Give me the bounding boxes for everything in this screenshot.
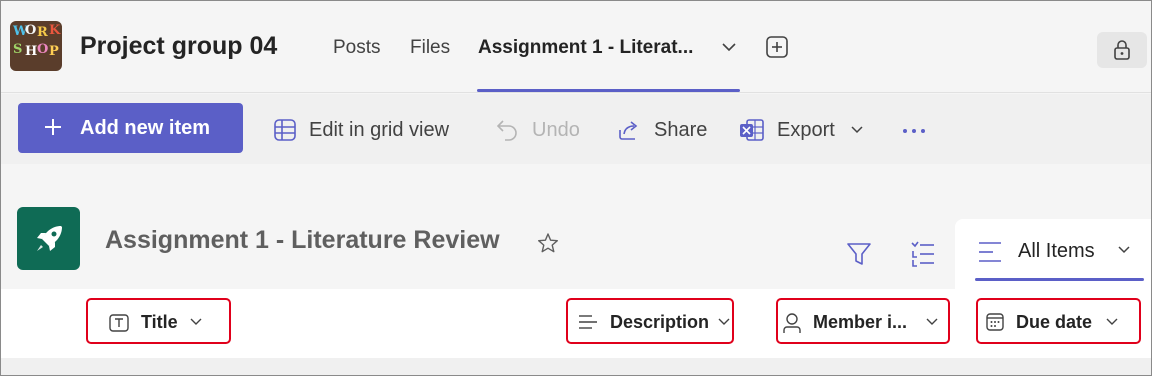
more-options-icon[interactable]: [902, 127, 926, 135]
rocket-icon: [37, 226, 62, 251]
text-field-icon: [109, 314, 129, 332]
list-icon: [17, 207, 80, 270]
list-body-edge: [0, 358, 1152, 376]
team-name: Project group 04: [80, 32, 278, 60]
team-logo[interactable]: W O R K S H O P: [10, 21, 62, 71]
chevron-down-icon: [1118, 246, 1130, 254]
edit-grid-view-label: Edit in grid view: [309, 119, 450, 141]
column-header-due-date[interactable]: Due date: [976, 298, 1141, 344]
column-label: Due date: [1016, 312, 1093, 332]
add-new-item-label: Add new item: [80, 117, 211, 139]
column-header-member[interactable]: Member i...: [776, 298, 950, 344]
person-icon: [783, 313, 801, 333]
lock-button[interactable]: [1097, 32, 1147, 68]
undo-button[interactable]: Undo: [495, 118, 590, 144]
add-new-item-button[interactable]: Add new item: [18, 103, 243, 153]
chevron-down-icon[interactable]: [720, 40, 738, 54]
excel-icon: [740, 119, 764, 141]
chevron-down-icon: [1106, 318, 1118, 325]
share-label: Share: [654, 119, 708, 141]
plus-icon: [45, 119, 61, 135]
export-label: Export: [777, 119, 835, 141]
tab-files[interactable]: Files: [410, 37, 450, 59]
column-header-title[interactable]: Title: [86, 298, 231, 344]
share-button[interactable]: Share: [617, 118, 712, 144]
filter-icon[interactable]: [845, 240, 873, 268]
command-bar: Add new item Edit in grid view Undo Shar…: [0, 94, 1152, 164]
tab-assignment[interactable]: Assignment 1 - Literat...: [478, 37, 693, 59]
column-label: Description: [610, 312, 710, 332]
add-tab-icon[interactable]: [765, 35, 789, 59]
view-name: All Items: [1018, 240, 1095, 262]
logo-letter: P: [49, 44, 59, 59]
logo-letter: O: [37, 42, 49, 57]
column-header-description[interactable]: Description: [566, 298, 734, 344]
calendar-icon: [986, 313, 1004, 331]
field-list-icon[interactable]: [910, 240, 936, 268]
edit-grid-view-button[interactable]: Edit in grid view: [273, 118, 468, 144]
star-icon[interactable]: [537, 232, 559, 254]
chevron-down-icon: [926, 318, 938, 325]
logo-letter: S: [13, 42, 23, 57]
logo-letter: K: [49, 23, 61, 38]
share-icon: [619, 121, 638, 140]
multiline-text-icon: [579, 315, 597, 329]
export-button[interactable]: Export: [739, 118, 869, 144]
lines-icon: [979, 242, 1001, 262]
tab-posts[interactable]: Posts: [333, 37, 381, 59]
logo-letter: O: [25, 23, 37, 38]
active-view-indicator: [975, 278, 1144, 281]
undo-icon: [496, 120, 517, 141]
logo-letter: H: [25, 44, 38, 59]
column-label: Member i...: [813, 312, 908, 332]
chevron-down-icon: [718, 318, 730, 325]
chevron-down-icon: [190, 318, 202, 325]
logo-letter: R: [37, 25, 48, 40]
undo-label: Undo: [532, 119, 580, 141]
chevron-down-icon: [851, 126, 863, 134]
lock-icon: [1114, 40, 1130, 60]
active-tab-indicator: [477, 89, 740, 92]
app-header: W O R K S H O P Project group 04 Posts F…: [0, 0, 1152, 93]
column-label: Title: [141, 312, 178, 332]
list-title: Assignment 1 - Literature Review: [105, 226, 500, 254]
grid-icon: [274, 119, 296, 141]
